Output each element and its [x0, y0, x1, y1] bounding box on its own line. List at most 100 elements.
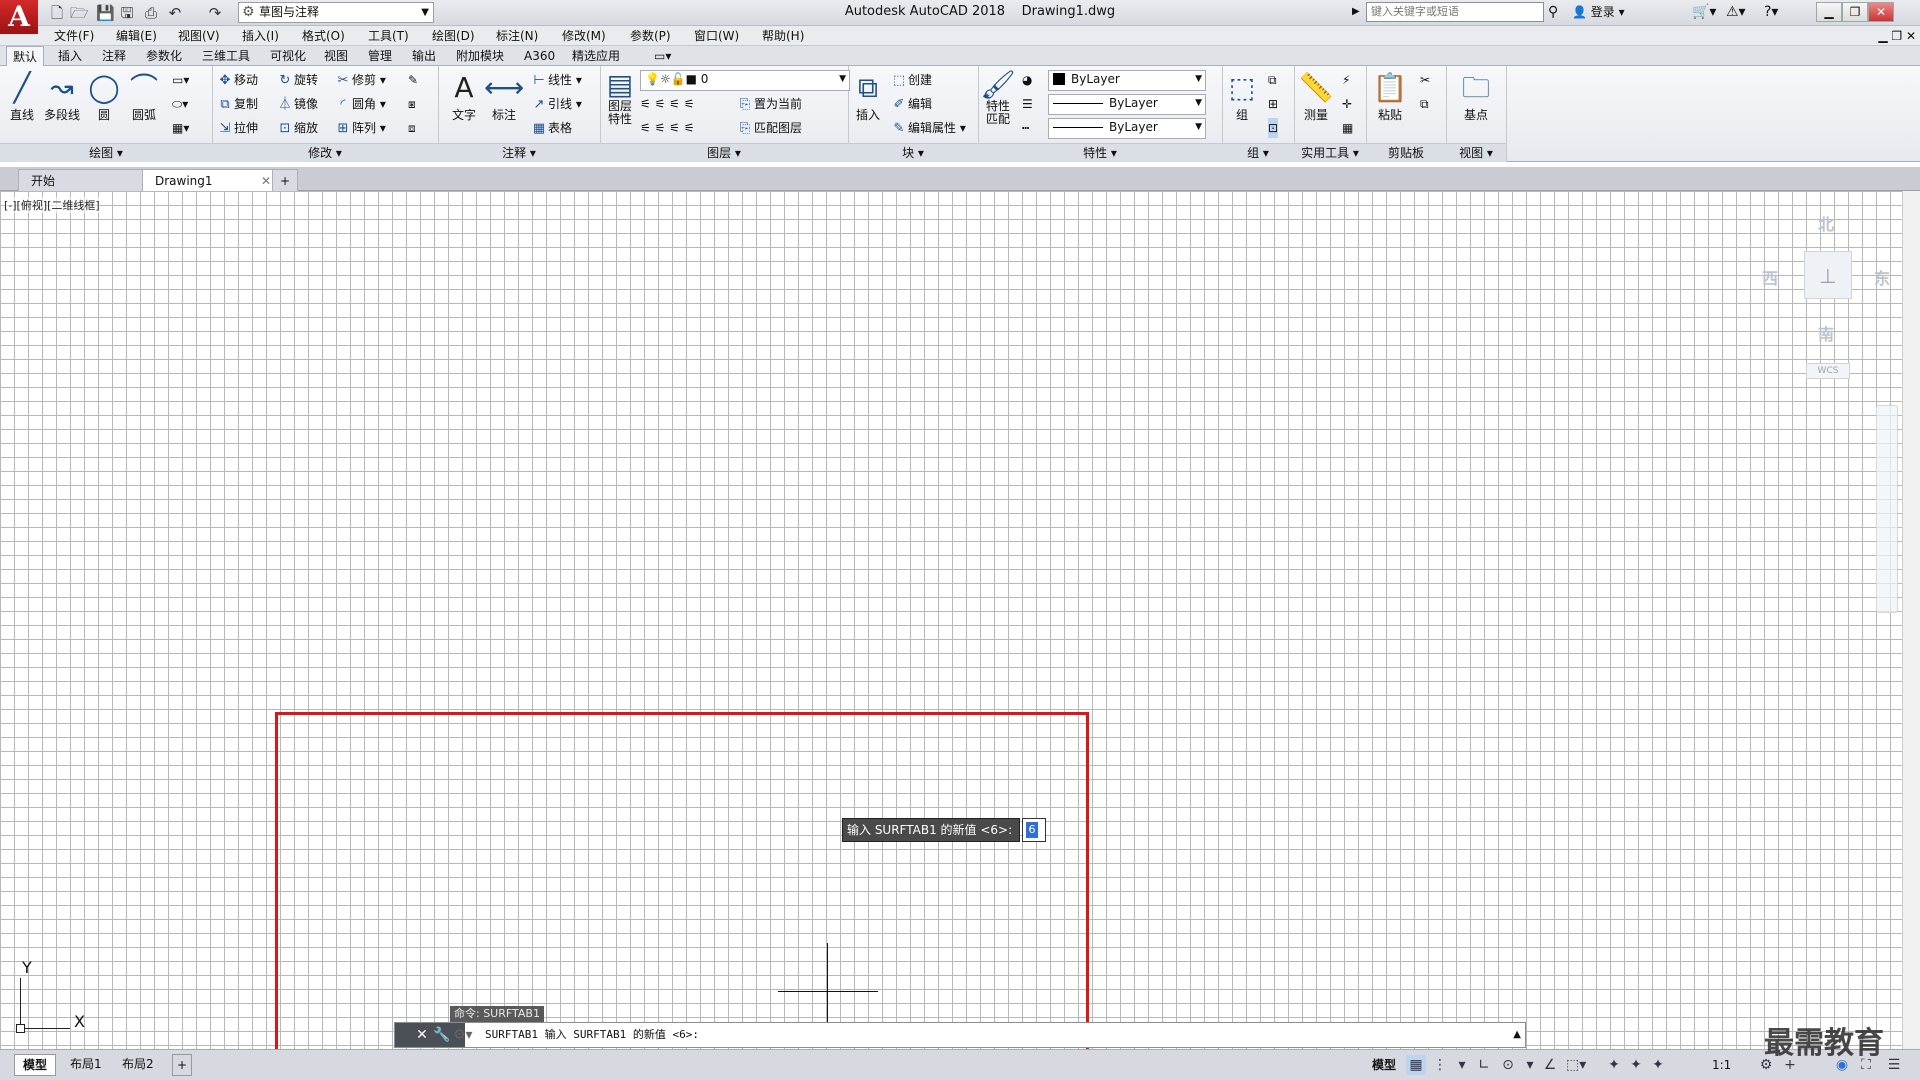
- viewport-controls[interactable]: [-][俯视][二维线框]: [4, 197, 100, 213]
- layout-tab-layout2[interactable]: 布局2: [114, 1054, 162, 1074]
- copy-clip-icon[interactable]: ⧉: [1420, 94, 1429, 114]
- erase-icon[interactable]: ✎: [408, 70, 418, 90]
- tab-view[interactable]: 视图: [318, 46, 354, 66]
- move-tool[interactable]: ✥ 移动: [216, 70, 258, 90]
- rectangle-icon[interactable]: ▭▾: [172, 70, 189, 90]
- viewcube-north[interactable]: 北: [1818, 211, 1834, 235]
- wcs-menu[interactable]: WCS: [1806, 363, 1850, 379]
- dimension-tool[interactable]: ⟷ 标注: [484, 70, 524, 123]
- menu-dimension[interactable]: 标注(N): [496, 26, 538, 46]
- color-wheel-icon[interactable]: ◕: [1022, 70, 1032, 90]
- layer-properties-tool[interactable]: ▤ 图层 特性: [600, 70, 640, 126]
- fillet-tool[interactable]: ◜ 圆角 ▾: [334, 94, 385, 114]
- menu-modify[interactable]: 修改(M): [562, 26, 606, 46]
- panel-modify-title[interactable]: 修改 ▾: [212, 143, 438, 162]
- array-tool[interactable]: ⊞ 阵列 ▾: [334, 118, 386, 138]
- edit-attribute-tool[interactable]: ✎ 编辑属性 ▾: [890, 118, 966, 138]
- save-as-icon[interactable]: 🖫: [118, 4, 136, 22]
- point-icon[interactable]: ✛: [1342, 94, 1352, 114]
- minimize-button[interactable]: ▁: [1816, 2, 1842, 22]
- command-history-arrow-icon[interactable]: ▲: [1513, 1023, 1521, 1047]
- tab-parametric[interactable]: 参数化: [140, 46, 188, 66]
- grid-icon[interactable]: ▦: [1406, 1055, 1426, 1075]
- tab-insert[interactable]: 插入: [52, 46, 88, 66]
- base-view-tool[interactable]: 🗀 基点: [1456, 70, 1496, 123]
- navigation-bar[interactable]: [1876, 405, 1898, 613]
- circle-tool[interactable]: ◯ 圆: [84, 70, 124, 123]
- annotation-scale-icon[interactable]: ✦: [1604, 1055, 1624, 1075]
- create-block-tool[interactable]: ⬚ 创建: [890, 70, 932, 90]
- search-input[interactable]: 键入关键字或短语: [1366, 2, 1544, 22]
- close-button[interactable]: ✕: [1868, 2, 1894, 22]
- menu-window[interactable]: 窗口(W): [694, 26, 739, 46]
- search-expand-icon[interactable]: ▶: [1352, 3, 1364, 21]
- layer-tools-row1[interactable]: ⚟ ⚟ ⚟ ⚟: [640, 94, 694, 114]
- match-properties-tool[interactable]: 🖌 特性 匹配: [978, 70, 1018, 126]
- share-icon[interactable]: ⚠▾: [1726, 2, 1756, 22]
- insert-block-tool[interactable]: ⧉ 插入: [848, 70, 888, 123]
- polar-icon[interactable]: ⊙: [1498, 1055, 1518, 1075]
- copy-tool[interactable]: ⧉ 复制: [216, 94, 258, 114]
- group-edit-icon[interactable]: ⊞: [1268, 94, 1278, 114]
- restore-button[interactable]: ❐: [1842, 2, 1868, 22]
- auto-scale-icon[interactable]: ✦: [1648, 1055, 1668, 1075]
- menu-insert[interactable]: 插入(I): [242, 26, 279, 46]
- tab-visualize[interactable]: 可视化: [264, 46, 312, 66]
- layout-tab-layout1[interactable]: 布局1: [62, 1054, 110, 1074]
- panel-layers-title[interactable]: 图层 ▾: [600, 143, 848, 162]
- edit-block-tool[interactable]: ✐ 编辑: [890, 94, 932, 114]
- tab-featured-apps[interactable]: 精选应用: [566, 46, 626, 66]
- new-file-icon[interactable]: 🗋: [48, 4, 66, 22]
- explode-icon[interactable]: ⧆: [408, 94, 416, 114]
- calculator-icon[interactable]: ▦: [1342, 118, 1353, 138]
- text-tool[interactable]: A 文字: [444, 70, 484, 123]
- layer-dropdown[interactable]: 💡☼🔓■ 0 ▼: [640, 70, 850, 91]
- annotation-visibility-icon[interactable]: ✦: [1626, 1055, 1646, 1075]
- linetype-dropdown[interactable]: ByLayer ▼: [1048, 94, 1206, 115]
- application-menu-button[interactable]: A: [0, 0, 38, 34]
- osnap-tracking-icon[interactable]: ∠: [1540, 1055, 1560, 1075]
- menu-icon[interactable]: ☰: [1884, 1055, 1904, 1075]
- offset-icon[interactable]: ⧈: [408, 118, 416, 138]
- cut-icon[interactable]: ✂: [1420, 70, 1430, 90]
- panel-block-title[interactable]: 块 ▾: [848, 143, 978, 162]
- tab-3d-tools[interactable]: 三维工具: [196, 46, 256, 66]
- binoculars-icon[interactable]: ⚲: [1548, 2, 1566, 22]
- login-button[interactable]: 👤 登录 ▾: [1572, 2, 1682, 22]
- quick-select-icon[interactable]: ⚡: [1342, 70, 1350, 90]
- arc-tool[interactable]: ⌒ 圆弧: [124, 70, 164, 123]
- panel-properties-title[interactable]: 特性 ▾: [978, 143, 1222, 162]
- panel-draw-title[interactable]: 绘图 ▾: [0, 143, 212, 162]
- layer-tools-row2[interactable]: ⚟ ⚟ ⚟ ⚟: [640, 118, 694, 138]
- line-tool[interactable]: ╱ 直线: [2, 70, 42, 123]
- close-icon[interactable]: ✕: [261, 170, 271, 192]
- osnap-icon[interactable]: ⬚▾: [1566, 1055, 1586, 1075]
- vertical-scrollbar[interactable]: [1902, 191, 1920, 1049]
- recent-commands-icon[interactable]: ⚙▾: [453, 1023, 473, 1047]
- doc-tab-drawing1[interactable]: Drawing1 ✕: [142, 169, 280, 192]
- trim-tool[interactable]: ✂ 修剪 ▾: [334, 70, 386, 90]
- chevron-down-icon[interactable]: ▾: [1520, 1055, 1540, 1075]
- panel-annotation-title[interactable]: 注释 ▾: [438, 143, 600, 162]
- open-file-icon[interactable]: 🗁: [70, 4, 89, 22]
- menu-draw[interactable]: 绘图(D): [432, 26, 475, 46]
- viewcube-east[interactable]: 东: [1874, 265, 1890, 289]
- tab-addins[interactable]: 附加模块: [450, 46, 510, 66]
- group-select-icon[interactable]: ⊡: [1268, 118, 1279, 138]
- tab-a360[interactable]: A360: [518, 46, 561, 66]
- new-tab-button[interactable]: +: [272, 169, 298, 192]
- panel-view-title[interactable]: 视图 ▾: [1446, 143, 1506, 162]
- menu-format[interactable]: 格式(O): [302, 26, 345, 46]
- menu-tools[interactable]: 工具(T): [368, 26, 409, 46]
- panel-utilities-title[interactable]: 实用工具 ▾: [1294, 143, 1366, 162]
- ortho-icon[interactable]: ∟: [1474, 1055, 1494, 1075]
- model-space-button[interactable]: 模型: [1372, 1055, 1396, 1075]
- undo-icon[interactable]: ↶: [166, 4, 184, 22]
- menu-view[interactable]: 视图(V): [178, 26, 220, 46]
- chevron-down-icon[interactable]: ▾: [1452, 1055, 1472, 1075]
- stretch-tool[interactable]: ⇲ 拉伸: [216, 118, 258, 138]
- panel-clipboard-title[interactable]: 剪贴板: [1366, 143, 1446, 162]
- print-icon[interactable]: ⎙: [142, 4, 160, 22]
- hatch-icon[interactable]: ▦▾: [172, 118, 189, 138]
- tab-output[interactable]: 输出: [406, 46, 442, 66]
